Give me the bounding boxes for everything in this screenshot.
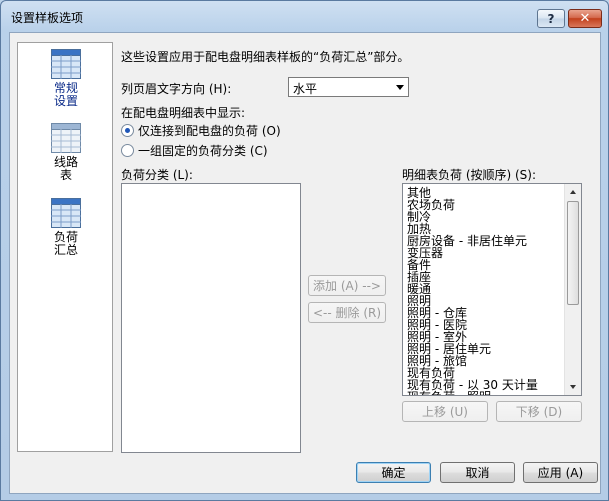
- list-item[interactable]: 制冷: [407, 211, 567, 223]
- radio-fixed-categories[interactable]: 一组固定的负荷分类 (C): [121, 142, 268, 158]
- remove-button[interactable]: <-- 删除 (R): [308, 302, 386, 323]
- list-item[interactable]: 农场负荷: [407, 199, 567, 211]
- list-item[interactable]: 插座: [407, 271, 567, 283]
- radio-connected-loads[interactable]: 仅连接到配电盘的负荷 (O): [121, 122, 281, 138]
- chevron-down-icon: [396, 85, 404, 90]
- list-item[interactable]: 暖通: [407, 283, 567, 295]
- sidebar-item-circuit-table[interactable]: 线路 表: [18, 123, 114, 187]
- close-button[interactable]: ✕: [568, 9, 602, 28]
- sidebar-item-load-summary[interactable]: 负荷 汇总: [18, 198, 114, 262]
- schedule-loads-list[interactable]: 其他 农场负荷 制冷 加热 厨房设备 - 非居住单元 变压器 备件 插座 暖通 照明 照明 - 仓库…: [402, 183, 582, 396]
- cancel-button[interactable]: 取消: [440, 462, 515, 483]
- scroll-thumb[interactable]: [567, 201, 579, 305]
- help-icon: ?: [547, 11, 555, 26]
- move-up-button[interactable]: 上移 (U): [402, 401, 488, 422]
- schedule-loads-label: 明细表负荷 (按顺序) (S):: [402, 168, 537, 182]
- scroll-up-arrow-icon[interactable]: [565, 184, 581, 200]
- load-categories-list[interactable]: [121, 183, 301, 453]
- window-title: 设置样板选项: [11, 11, 84, 25]
- sidebar-item-label: 常规 设置: [53, 81, 78, 108]
- list-item[interactable]: 备件: [407, 259, 567, 271]
- list-item[interactable]: 变压器: [407, 247, 567, 259]
- sidebar: 常规 设置 线路 表 负荷 汇总: [17, 42, 113, 452]
- sidebar-item-general[interactable]: 常规 设置: [18, 49, 114, 113]
- move-down-button[interactable]: 下移 (D): [496, 401, 582, 422]
- dialog-window: 设置样板选项 ? ✕ 常规 设置 线路 表 负荷 汇总 这些设置应用于配电盘明细…: [0, 0, 609, 501]
- settings-panel: 这些设置应用于配电盘明细表样板的“负荷汇总”部分。 列页眉文字方向 (H): 水…: [118, 42, 595, 453]
- help-button[interactable]: ?: [537, 9, 565, 28]
- sidebar-item-label: 负荷 汇总: [53, 230, 78, 257]
- apply-button[interactable]: 应用 (A): [523, 462, 598, 483]
- list-item[interactable]: 现有负荷 - 照明: [407, 391, 567, 395]
- header-direction-label: 列页眉文字方向 (H):: [121, 82, 232, 96]
- description-text: 这些设置应用于配电盘明细表样板的“负荷汇总”部分。: [121, 50, 410, 64]
- load-categories-label: 负荷分类 (L):: [121, 168, 193, 182]
- close-icon: ✕: [579, 11, 591, 26]
- sidebar-item-label: 线路 表: [53, 155, 78, 182]
- header-direction-select[interactable]: 水平: [288, 77, 409, 97]
- schedule-loads-scrollbar[interactable]: [564, 184, 581, 395]
- radio-unchecked-icon: [121, 143, 134, 157]
- radio-connected-loads-label: 仅连接到配电盘的负荷 (O): [138, 123, 281, 138]
- table-grid-icon: [51, 49, 81, 79]
- ok-button[interactable]: 确定: [356, 462, 431, 483]
- show-in-schedule-label: 在配电盘明细表中显示:: [121, 106, 246, 120]
- add-button[interactable]: 添加 (A) -->: [308, 275, 386, 296]
- table-grid-icon: [51, 198, 81, 228]
- schedule-loads-items: 其他 农场负荷 制冷 加热 厨房设备 - 非居住单元 变压器 备件 插座 暖通 照明 照明 - 仓库…: [407, 187, 567, 395]
- radio-fixed-categories-label: 一组固定的负荷分类 (C): [138, 143, 268, 158]
- dialog-client-area: 常规 设置 线路 表 负荷 汇总 这些设置应用于配电盘明细表样板的“负荷汇总”部…: [9, 32, 601, 494]
- header-direction-value: 水平: [293, 82, 318, 96]
- scroll-down-arrow-icon[interactable]: [565, 379, 581, 395]
- table-grid-icon: [51, 123, 81, 153]
- radio-checked-icon: [121, 123, 134, 137]
- title-bar[interactable]: 设置样板选项 ? ✕: [1, 1, 608, 31]
